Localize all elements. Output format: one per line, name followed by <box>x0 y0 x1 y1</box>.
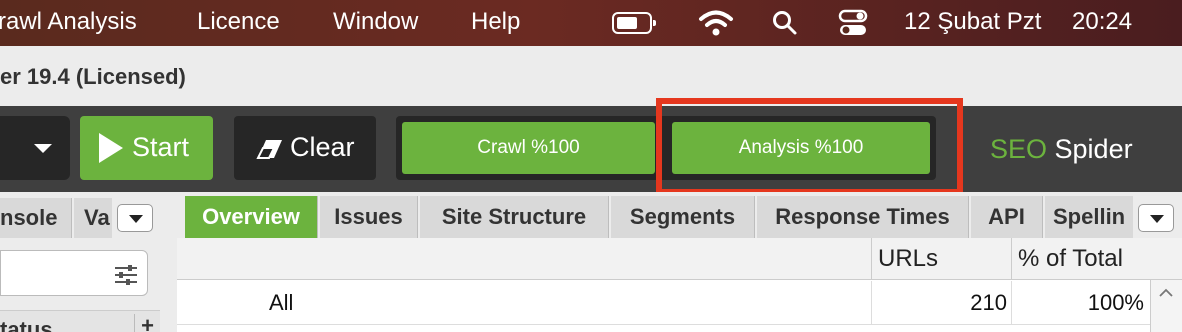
table-header: URLs % of Total <box>177 238 1182 280</box>
sliders-icon[interactable] <box>113 264 139 286</box>
menubar-time[interactable]: 20:24 <box>1072 8 1132 36</box>
tab-validation-label: Va <box>84 205 110 230</box>
row-urls: 210 <box>871 281 1007 325</box>
tab-spelling[interactable]: Spellin <box>1045 196 1133 238</box>
overview-table: URLs % of Total All 210 100% <box>177 238 1182 332</box>
tab-api[interactable]: API <box>971 196 1043 238</box>
tab-response-times[interactable]: Response Times <box>757 196 969 238</box>
menu-bar: rawl Analysis Licence Window Help 12 Şub… <box>0 0 1182 46</box>
battery-icon[interactable] <box>612 12 656 34</box>
tab-console-label: nsole <box>0 205 58 230</box>
crawl-progress-label: Crawl %100 <box>477 137 580 158</box>
menu-help[interactable]: Help <box>471 8 520 36</box>
column-header-label[interactable] <box>177 238 871 280</box>
left-panel: nsole Va tatus + <box>0 192 177 332</box>
add-column-button[interactable]: + <box>134 314 160 332</box>
start-button[interactable]: Start <box>80 116 213 180</box>
chevron-up-icon[interactable] <box>1159 286 1173 300</box>
play-icon <box>99 133 123 163</box>
menu-licence[interactable]: Licence <box>197 8 280 36</box>
menubar-date[interactable]: 12 Şubat Pzt <box>904 8 1041 36</box>
right-tabs-row: Overview Issues Site Structure Segments … <box>177 192 1182 238</box>
column-header-percent[interactable]: % of Total <box>1011 238 1150 280</box>
right-tabs-dropdown[interactable] <box>1138 204 1174 232</box>
tab-issues[interactable]: Issues <box>320 196 418 238</box>
start-label: Start <box>132 132 190 162</box>
window-titlebar: er 19.4 (Licensed) <box>0 46 1182 106</box>
brand-logo: SEO Spider <box>990 134 1133 165</box>
tab-validation[interactable]: Va <box>74 198 112 238</box>
crawl-progress-bar: Crawl %100 <box>402 122 655 174</box>
url-dropdown[interactable] <box>0 116 70 180</box>
clear-label: Clear <box>290 132 355 162</box>
tab-segments[interactable]: Segments <box>611 196 755 238</box>
chevron-down-icon <box>34 144 52 153</box>
left-tabs-dropdown[interactable] <box>117 204 153 232</box>
search-icon[interactable] <box>772 10 798 36</box>
chevron-down-icon <box>1150 215 1164 223</box>
row-percent: 100% <box>1011 281 1144 325</box>
status-label: tatus <box>0 317 53 332</box>
menu-crawl-analysis[interactable]: rawl Analysis <box>0 8 137 36</box>
eraser-icon <box>256 140 282 159</box>
tab-overview[interactable]: Overview <box>185 196 318 238</box>
wifi-icon[interactable] <box>698 8 734 38</box>
vertical-scrollbar[interactable] <box>1150 280 1182 332</box>
row-label: All <box>269 290 294 315</box>
brand-seo: SEO <box>990 134 1048 164</box>
tab-site-structure[interactable]: Site Structure <box>420 196 609 238</box>
column-header-urls[interactable]: URLs <box>871 238 1011 280</box>
control-center-icon[interactable] <box>838 8 868 38</box>
menu-window[interactable]: Window <box>333 8 418 36</box>
chevron-down-icon <box>129 215 143 223</box>
tab-console[interactable]: nsole <box>0 198 72 238</box>
filter-input[interactable] <box>0 250 148 296</box>
brand-spider: Spider <box>1047 134 1133 164</box>
analysis-highlight-box <box>656 98 963 195</box>
window-title: er 19.4 (Licensed) <box>0 64 186 89</box>
clear-button[interactable]: Clear <box>234 116 376 180</box>
table-row[interactable]: All 210 100% <box>177 281 1182 325</box>
